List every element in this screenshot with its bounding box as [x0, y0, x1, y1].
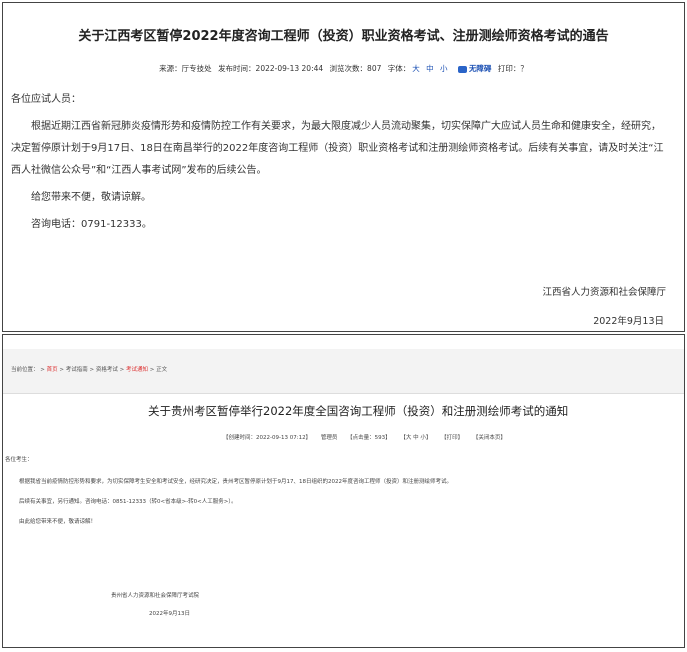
breadcrumb-separator: >	[59, 367, 64, 373]
views-label: 浏览次数：	[329, 64, 368, 73]
jiangxi-signature: 江西省人力资源和社会保障厅	[542, 287, 666, 298]
breadcrumb-separator: >	[40, 367, 45, 373]
jiangxi-date: 2022年9月13日	[593, 316, 664, 327]
breadcrumb-exam-guide[interactable]: 考试指南	[66, 367, 88, 373]
guizhou-meta-bar: 【创建时间：2022-09-13 07:12】 管理员 【点击量：593】 【大…	[223, 433, 514, 441]
jiangxi-body: 各位应试人员： 根据近期江西省新冠肺炎疫情形势和疫情防控工作有关要求，为最大限度…	[11, 89, 670, 236]
followup-paragraph: 后续有关事宜，另行通知。咨询电话：0851-12333（转0<省本级>-转0<人…	[19, 499, 237, 505]
font-small-link[interactable]: 小	[440, 64, 448, 73]
jiangxi-meta-bar: 来源：厅专技处 发布时间：2022-09-13 20:44 浏览次数：807 字…	[3, 63, 684, 74]
print-button[interactable]: 打印：？	[498, 64, 528, 73]
breadcrumb-separator: >	[149, 367, 155, 373]
jiangxi-title: 关于江西考区暂停2022年度咨询工程师（投资）职业资格考试、注册测绘师资格考试的…	[78, 29, 609, 44]
breadcrumb-exam-notice[interactable]: 考试通知	[126, 367, 148, 373]
font-medium-link[interactable]: 中	[426, 64, 434, 73]
guizhou-body: 各位考生： 根据我省当前疫情防控形势和要求，为切实保障考生安全和考试安全，经研究…	[5, 455, 678, 527]
close-page-button[interactable]: 【关闭本页】	[473, 435, 506, 441]
views-count: 浏览次数：807	[330, 64, 382, 73]
font-large-link[interactable]: 大	[412, 64, 420, 73]
views-value: 807	[367, 64, 382, 73]
salutation: 各位考生：	[5, 457, 33, 463]
apology-text: 由此给您带来不便，敬请谅解！	[19, 519, 97, 525]
apology-text: 给您带来不便，敬请谅解。	[31, 192, 151, 203]
font-size-control: 字体：大 中 小	[388, 64, 450, 73]
accessibility-label: 无障碍	[468, 64, 492, 73]
author: 管理员	[320, 435, 338, 441]
jiangxi-announcement-panel: 关于江西考区暂停2022年度咨询工程师（投资）职业资格考试、注册测绘师资格考试的…	[2, 2, 685, 332]
guizhou-signature: 贵州省人力资源和社会保障厅考试院	[111, 593, 200, 599]
breadcrumb-qualification[interactable]: 资格考试	[96, 367, 118, 373]
guizhou-date: 2022年9月13日	[149, 611, 190, 617]
created-time: 【创建时间：2022-09-13 07:12】	[223, 435, 312, 441]
contact-phone: 咨询电话：0791-12333。	[31, 219, 152, 230]
breadcrumb-prefix: 当前位置：	[11, 367, 39, 373]
source-text: 来源：厅专技处	[159, 64, 212, 73]
print-button[interactable]: 【打印】	[441, 435, 463, 441]
main-paragraph: 根据近期江西省新冠肺炎疫情形势和疫情防控工作有关要求，为最大限度减少人员流动聚集…	[11, 121, 664, 176]
breadcrumb-separator: >	[119, 367, 125, 373]
breadcrumb-current: 正文	[156, 367, 168, 373]
breadcrumb-separator: >	[89, 367, 95, 373]
font-size-control[interactable]: 【大 中 小】	[400, 435, 431, 441]
main-paragraph: 根据我省当前疫情防控形势和要求，为切实保障考生安全和考试安全，经研究决定，贵州考…	[19, 479, 452, 485]
guizhou-notice-panel: 当前位置： > 首页 > 考试指南 > 资格考试 > 考试通知 > 正文 关于贵…	[2, 334, 685, 648]
publish-time: 发布时间：2022-09-13 20:44	[218, 64, 324, 73]
font-label: 字体：	[387, 64, 411, 73]
accessibility-icon	[457, 65, 467, 73]
guizhou-title: 关于贵州考区暂停举行2022年度全国咨询工程师（投资）和注册测绘师考试的通知	[148, 404, 569, 418]
click-count: 【点击量：593】	[347, 435, 391, 441]
breadcrumb: 当前位置： > 首页 > 考试指南 > 资格考试 > 考试通知 > 正文	[11, 365, 167, 373]
salutation: 各位应试人员：	[11, 94, 81, 105]
accessibility-button[interactable]: 无障碍	[456, 64, 492, 73]
breadcrumb-home[interactable]: 首页	[47, 367, 58, 373]
